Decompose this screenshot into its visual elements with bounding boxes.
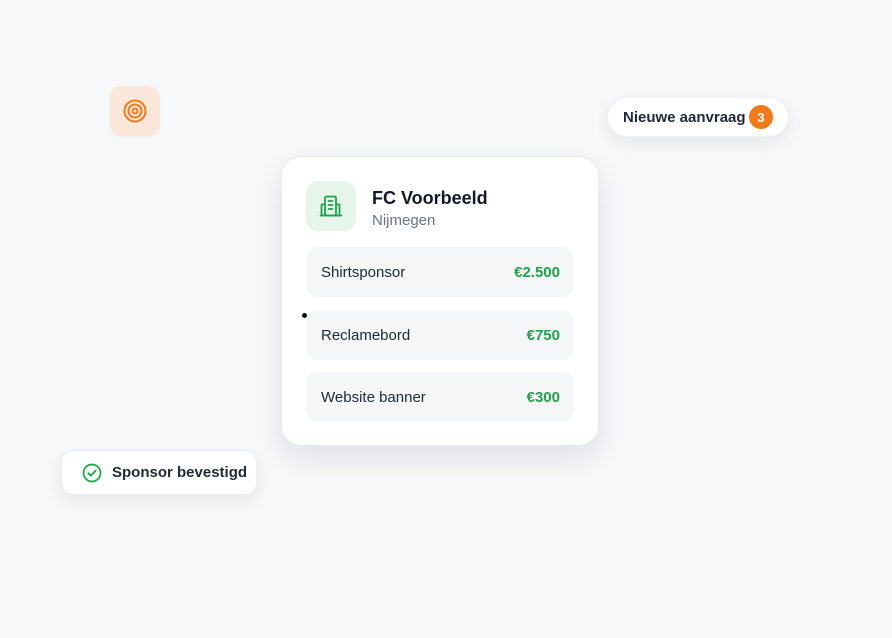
club-name: FC Voorbeeld — [372, 188, 488, 208]
package-price: €300 — [526, 388, 560, 406]
package-name: Shirtsponsor — [321, 263, 406, 281]
package-name: Reclamebord — [321, 326, 411, 344]
building-icon — [319, 195, 343, 217]
package-price: €750 — [526, 326, 560, 344]
new-request-notification[interactable]: Nieuwe aanvraag 3 — [607, 97, 789, 137]
club-avatar — [306, 181, 356, 231]
target-tile — [110, 86, 160, 136]
package-price: €2.500 — [514, 263, 560, 281]
check-circle-icon — [82, 463, 102, 483]
confirmation-label: Sponsor bevestigd — [112, 464, 248, 481]
notification-label: Nieuwe aanvraag — [623, 108, 746, 126]
package-name: Website banner — [321, 388, 426, 406]
sponsor-confirmed-toast: Sponsor bevestigd — [61, 450, 257, 495]
club-city: Nijmegen — [372, 212, 436, 229]
package-row-website-banner[interactable]: Website banner €300 — [306, 372, 574, 422]
notification-count-badge: 3 — [749, 105, 773, 129]
package-row-reclamebord[interactable]: Reclamebord €750 — [306, 310, 574, 360]
target-icon — [123, 99, 147, 123]
club-card: FC Voorbeeld Nijmegen Shirtsponsor €2.50… — [281, 156, 599, 446]
package-row-shirtsponsor[interactable]: Shirtsponsor €2.500 — [306, 247, 574, 297]
decorative-dot — [302, 313, 307, 318]
